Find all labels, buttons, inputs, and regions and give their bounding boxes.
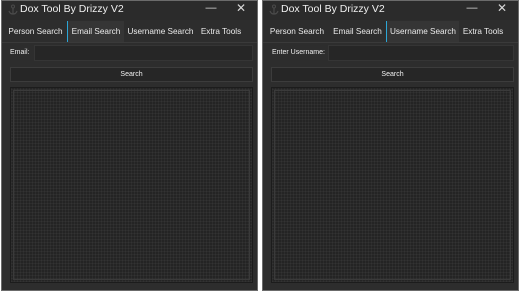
email-field[interactable] [34,45,253,61]
window-email-search: Dox Tool By Drizzy V2 — ✕ Person Search … [1,0,258,291]
search-button[interactable]: Search [10,67,253,82]
title-bar[interactable]: Dox Tool By Drizzy V2 — ✕ [263,1,518,20]
username-field[interactable] [328,45,514,61]
title-bar[interactable]: Dox Tool By Drizzy V2 — ✕ [2,1,257,20]
username-label: Enter Username: [272,49,325,56]
search-button[interactable]: Search [271,67,514,82]
anchor-icon [8,4,18,15]
anchor-icon [269,4,279,15]
tab-email-search[interactable]: Email Search [67,21,124,42]
window-title: Dox Tool By Drizzy V2 [281,3,385,15]
tab-divider [2,42,257,43]
minimize-icon[interactable]: — [199,1,223,18]
tab-divider [263,42,518,43]
minimize-icon[interactable]: — [460,1,484,18]
tab-email-search[interactable]: Email Search [329,21,386,42]
results-output[interactable] [10,87,253,283]
close-icon[interactable]: ✕ [490,1,514,18]
results-output[interactable] [271,87,514,283]
email-label: Email: [10,49,30,56]
window-username-search: Dox Tool By Drizzy V2 — ✕ Person Search … [262,0,519,291]
window-title: Dox Tool By Drizzy V2 [20,3,124,15]
tab-username-search[interactable]: Username Search [386,21,459,42]
close-icon[interactable]: ✕ [229,1,253,18]
tab-person-search[interactable]: Person Search [265,21,329,42]
tab-bar: Person Search Email Search Username Sear… [2,21,257,43]
tab-person-search[interactable]: Person Search [4,21,67,42]
tab-username-search[interactable]: Username Search [124,21,197,42]
tab-bar: Person Search Email Search Username Sear… [263,21,518,43]
tab-extra-tools[interactable]: Extra Tools [197,21,245,42]
tab-extra-tools[interactable]: Extra Tools [459,21,507,42]
